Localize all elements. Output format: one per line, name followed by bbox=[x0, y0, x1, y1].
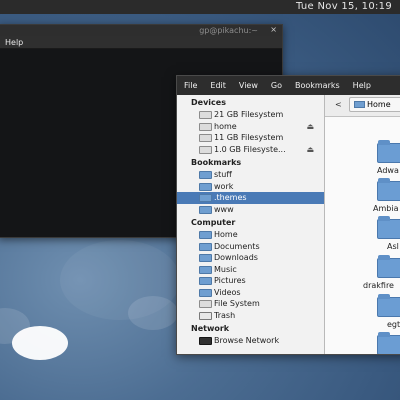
sidebar-item-pictures[interactable]: Pictures bbox=[177, 275, 324, 287]
eject-icon[interactable]: ⏏ bbox=[306, 144, 314, 156]
home-folder-icon bbox=[199, 231, 212, 239]
menu-go[interactable]: Go bbox=[271, 81, 282, 90]
folder-icon[interactable] bbox=[377, 140, 400, 163]
section-network: Network bbox=[191, 324, 230, 333]
sidebar-item-label: www bbox=[214, 204, 234, 214]
eject-icon[interactable]: ⏏ bbox=[306, 121, 314, 133]
terminal-menubar: Help bbox=[0, 36, 282, 49]
terminal-title: gp@pikachu:~ bbox=[199, 26, 258, 35]
terminal-titlebar[interactable]: gp@pikachu:~ × bbox=[0, 25, 282, 36]
sidebar-item-label: Downloads bbox=[214, 253, 258, 262]
top-panel: Tue Nov 15, 10:19 bbox=[0, 0, 400, 14]
sidebar-item-label: 1.0 GB Filesyste... bbox=[214, 144, 286, 154]
sidebar-item-21gb-filesystem[interactable]: 21 GB Filesystem bbox=[177, 109, 324, 121]
folder-icon[interactable] bbox=[377, 332, 400, 354]
wallpaper-bokeh bbox=[60, 240, 180, 320]
sidebar-item-label: .themes bbox=[214, 193, 247, 202]
file-view[interactable]: < Home Adwa Ambia Asl drakfire egt eleme… bbox=[325, 95, 400, 354]
path-bar: < Home bbox=[325, 95, 400, 117]
section-devices: Devices bbox=[191, 98, 226, 107]
folder-icon[interactable] bbox=[377, 216, 400, 239]
folder-icon bbox=[199, 182, 212, 191]
folder-label[interactable]: Asl bbox=[387, 242, 399, 251]
folder-icon bbox=[199, 194, 212, 202]
folder-icon bbox=[199, 171, 212, 179]
sidebar-item-label: work bbox=[214, 181, 234, 191]
sidebar-item-label: Documents bbox=[214, 241, 260, 251]
folder-label[interactable]: Ambia bbox=[373, 204, 398, 213]
sidebar-item-trash[interactable]: Trash bbox=[177, 310, 324, 322]
sidebar-item-music[interactable]: Music bbox=[177, 264, 324, 276]
menu-help[interactable]: Help bbox=[353, 81, 371, 90]
menu-edit[interactable]: Edit bbox=[210, 81, 226, 90]
sidebar-item-label: File System bbox=[214, 299, 260, 308]
sidebar-item-label: Videos bbox=[214, 287, 241, 297]
filesystem-icon bbox=[199, 300, 212, 308]
file-manager-window[interactable]: File Edit View Go Bookmarks Help Devices… bbox=[176, 75, 400, 355]
sidebar-item-browse-network[interactable]: Browse Network bbox=[177, 335, 324, 347]
sidebar-item-www[interactable]: www bbox=[177, 204, 324, 216]
network-icon bbox=[199, 337, 212, 345]
clock[interactable]: Tue Nov 15, 10:19 bbox=[296, 1, 392, 12]
folder-icon[interactable] bbox=[377, 294, 400, 317]
sidebar-item-label: Home bbox=[214, 230, 238, 239]
sidebar-item-file-system[interactable]: File System bbox=[177, 298, 324, 310]
sidebar-item-home[interactable]: Home bbox=[177, 229, 324, 241]
back-arrow-icon[interactable]: < bbox=[335, 100, 342, 109]
places-sidebar: Devices 21 GB Filesystem home ⏏ 11 GB Fi… bbox=[177, 95, 325, 354]
menu-file[interactable]: File bbox=[184, 81, 197, 90]
sidebar-item-downloads[interactable]: Downloads bbox=[177, 252, 324, 264]
sidebar-item-label: 11 GB Filesystem bbox=[214, 133, 284, 142]
sidebar-item-label: Music bbox=[214, 264, 237, 274]
breadcrumb-label: Home bbox=[367, 100, 391, 109]
sidebar-item-videos[interactable]: Videos bbox=[177, 287, 324, 299]
sidebar-item-1gb-filesystem[interactable]: 1.0 GB Filesyste... ⏏ bbox=[177, 144, 324, 156]
folder-icon[interactable] bbox=[377, 255, 400, 278]
menu-help[interactable]: Help bbox=[5, 38, 23, 47]
folder-label[interactable]: drakfire bbox=[363, 281, 394, 290]
sidebar-item-home-device[interactable]: home ⏏ bbox=[177, 121, 324, 133]
documents-folder-icon bbox=[199, 242, 212, 251]
drive-icon bbox=[199, 145, 212, 154]
menu-view[interactable]: View bbox=[239, 81, 258, 90]
sidebar-item-label: Trash bbox=[214, 310, 236, 320]
music-folder-icon bbox=[199, 265, 212, 274]
folder-label[interactable]: egt bbox=[387, 320, 400, 329]
section-bookmarks: Bookmarks bbox=[191, 158, 242, 167]
drive-icon bbox=[199, 134, 212, 142]
folder-icon[interactable] bbox=[377, 178, 400, 201]
drive-icon bbox=[199, 122, 212, 131]
pictures-folder-icon bbox=[199, 277, 212, 285]
sidebar-item-stuff[interactable]: stuff bbox=[177, 169, 324, 181]
sidebar-item-themes[interactable]: .themes bbox=[177, 192, 324, 204]
sidebar-item-11gb-filesystem[interactable]: 11 GB Filesystem bbox=[177, 132, 324, 144]
sidebar-item-label: Pictures bbox=[214, 276, 246, 285]
folder-icon bbox=[199, 205, 212, 214]
downloads-folder-icon bbox=[199, 254, 212, 262]
trash-icon bbox=[199, 311, 212, 320]
sidebar-item-work[interactable]: work bbox=[177, 181, 324, 193]
home-folder-icon bbox=[354, 101, 365, 108]
sidebar-item-label: Browse Network bbox=[214, 336, 280, 345]
section-computer: Computer bbox=[191, 218, 236, 227]
sidebar-item-documents[interactable]: Documents bbox=[177, 241, 324, 253]
drive-icon bbox=[199, 111, 212, 119]
folder-label[interactable]: Adwa bbox=[377, 166, 399, 175]
file-manager-menubar: File Edit View Go Bookmarks Help bbox=[177, 76, 400, 95]
sidebar-item-label: 21 GB Filesystem bbox=[214, 110, 284, 119]
sidebar-item-label: stuff bbox=[214, 170, 232, 179]
sidebar-item-label: home bbox=[214, 121, 237, 131]
menu-bookmarks[interactable]: Bookmarks bbox=[295, 81, 340, 90]
breadcrumb-home[interactable]: Home bbox=[349, 97, 400, 112]
close-icon[interactable]: × bbox=[270, 25, 277, 34]
videos-folder-icon bbox=[199, 288, 212, 297]
